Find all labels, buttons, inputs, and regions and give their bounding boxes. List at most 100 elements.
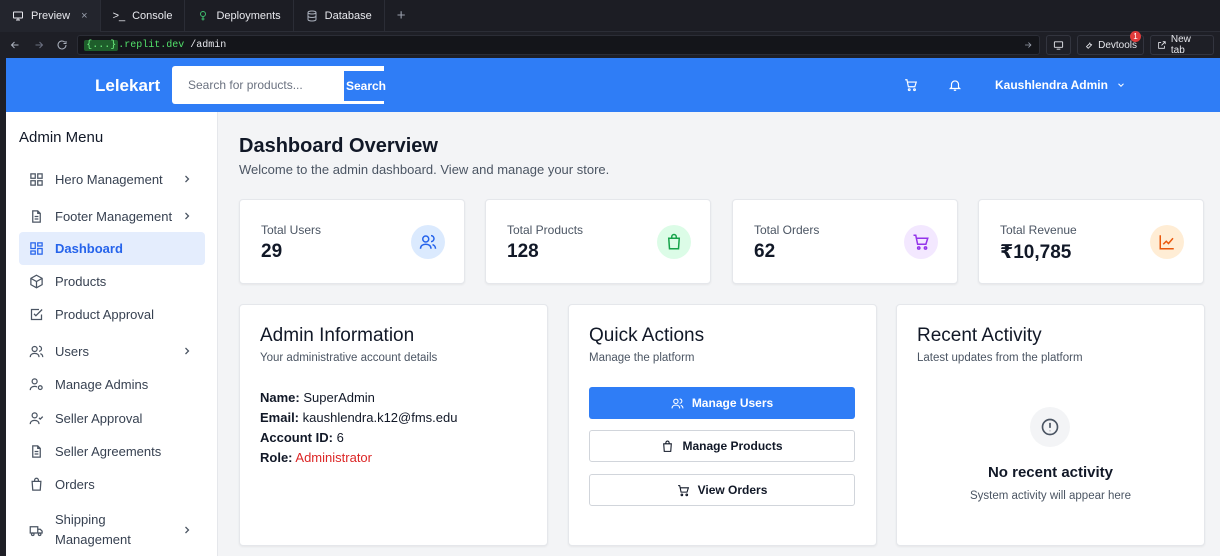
page-title: Dashboard Overview [239,135,438,157]
tab-deployments[interactable]: Deployments [185,0,294,32]
open-new-tab-button[interactable]: New tab [1150,34,1214,56]
database-icon [306,10,318,22]
external-link-icon [1158,41,1166,49]
empty-state-subtitle: System activity will appear here [969,490,1132,502]
tab-label: Database [324,9,372,22]
reload-icon [57,40,67,50]
grid-icon [29,172,44,187]
user-cog-icon [29,377,44,392]
newtab-label: New tab [1170,34,1191,56]
cart-icon [904,225,938,259]
stat-label: Total Orders [754,223,820,237]
page-subtitle: Welcome to the admin dashboard. View and… [239,162,610,177]
manage-products-button[interactable]: Manage Products [589,430,855,462]
cart-icon[interactable] [904,78,918,92]
quick-actions-card: Quick Actions Manage the platform Manage… [568,304,877,546]
stat-card-users: Total Users 29 [239,199,465,284]
address-field[interactable]: {...} .replit.dev /admin [77,35,1041,55]
file-icon [29,209,44,224]
search-button[interactable]: Search [344,71,388,101]
truck-icon [29,523,44,538]
sidebar-item-shipping-management[interactable]: Shipping Management [19,510,205,550]
devtools-button[interactable]: Devtools 1 [1077,31,1144,55]
alert-circle-icon [1030,407,1070,447]
arrow-left-icon [10,41,19,49]
arrow-right-icon[interactable] [1023,40,1033,50]
site-header: Lelekart Search for products... Search K… [6,58,1220,112]
sidebar-item-label: Orders [55,477,95,492]
stat-value: 128 [507,241,539,262]
sidebar-item-dashboard[interactable]: Dashboard [19,232,205,265]
sidebar-item-products[interactable]: Products [19,265,205,298]
tab-label: Console [132,9,173,22]
tab-database[interactable]: Database [294,0,385,32]
sidebar-title: Admin Menu [19,129,104,146]
wrench-icon [1086,42,1093,49]
terminal-icon: >_ [112,9,126,22]
tab-preview[interactable]: Preview × [0,0,101,32]
stat-value: 29 [261,241,283,262]
chevron-right-icon [181,173,193,185]
sidebar-item-label: Dashboard [55,241,123,256]
users-icon [671,397,684,408]
sidebar-item-label: Seller Agreements [55,444,162,459]
shopping-bag-icon [29,477,44,492]
shopping-bag-icon [657,225,691,259]
admin-role-row: Role: Administrator [260,450,372,465]
monitor-icon [12,10,24,22]
view-orders-button[interactable]: View Orders [589,474,855,506]
sidebar-item-hero-management[interactable]: Hero Management [19,163,205,196]
arrow-right-icon [35,41,43,49]
sidebar-item-label: Manage Admins [55,377,149,392]
card-subtitle: Manage the platform [589,352,695,364]
bell-icon[interactable] [948,78,962,92]
back-button[interactable] [6,36,24,54]
admin-name-row: Name: SuperAdmin [260,390,375,405]
sidebar-item-label: Footer Management [55,209,173,224]
stat-label: Total Users [261,223,322,237]
chevron-right-icon [181,210,193,222]
site-logo[interactable]: Lelekart [95,76,160,96]
new-tab-button[interactable]: + [385,7,418,24]
device-button[interactable] [1046,35,1072,55]
reload-button[interactable] [54,36,72,54]
sidebar-item-users[interactable]: Users [19,335,205,368]
chevron-right-icon [181,345,193,357]
sidebar-item-label: Hero Management [55,172,163,187]
card-title: Admin Information [260,325,415,346]
admin-id-row: Account ID: 6 [260,430,344,445]
sidebar-item-manage-admins[interactable]: Manage Admins [19,368,205,401]
stat-label: Total Revenue [1000,223,1077,237]
user-menu[interactable]: Kaushlendra Admin [995,78,1126,92]
cart-icon [677,484,689,496]
stat-card-revenue: Total Revenue ₹10,785 [978,199,1204,284]
check-square-icon [29,307,44,322]
sidebar-item-product-approval[interactable]: Product Approval [19,298,205,331]
stat-card-orders: Total Orders 62 [732,199,958,284]
card-subtitle: Your administrative account details [260,352,438,364]
package-icon [29,274,44,289]
sidebar-item-seller-approval[interactable]: Seller Approval [19,402,205,435]
sidebar-item-orders[interactable]: Orders [19,468,205,501]
manage-users-button[interactable]: Manage Users [589,387,855,419]
file-text-icon [29,444,44,459]
user-check-icon [29,411,44,426]
sidebar-item-label: Users [55,344,89,359]
forward-button[interactable] [30,36,48,54]
stat-card-products: Total Products 128 [485,199,711,284]
close-icon[interactable]: × [81,10,87,22]
admin-info-card: Admin Information Your administrative ac… [239,304,548,546]
url-path: /admin [190,39,227,51]
user-name: Kaushlendra Admin [995,78,1108,92]
devtools-badge: 1 [1130,31,1141,42]
sidebar-item-seller-agreements[interactable]: Seller Agreements [19,435,205,468]
sidebar-item-footer-management[interactable]: Footer Management [19,200,205,233]
stat-label: Total Products [507,223,584,237]
tab-console[interactable]: >_ Console [101,0,186,32]
tab-label: Preview [31,9,71,22]
monitor-icon [1054,40,1064,50]
chevron-right-icon [181,524,193,536]
users-icon [29,344,44,359]
admin-email-row: Email: kaushlendra.k12@fms.edu [260,410,458,425]
users-icon [411,225,445,259]
